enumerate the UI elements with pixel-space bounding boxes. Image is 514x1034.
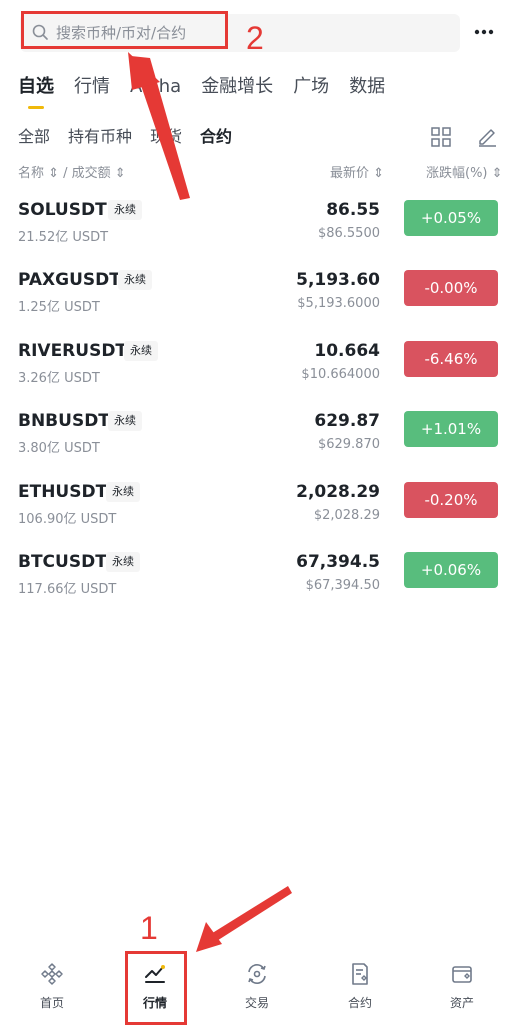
last-price: 2,028.29	[296, 482, 380, 502]
table-row[interactable]: PAXGUSDT 永续 1.25亿 USDT 5,193.60 $5,193.6…	[18, 270, 498, 330]
subtab-futures[interactable]: 合约	[200, 126, 232, 148]
more-icon[interactable]	[473, 22, 495, 42]
change-badge[interactable]: +0.05%	[404, 200, 498, 236]
table-row[interactable]: BTCUSDT 永续 117.66亿 USDT 67,394.5 $67,394…	[18, 552, 498, 612]
nav-home[interactable]: 首页	[12, 956, 92, 1011]
price-usd: $5,193.6000	[297, 296, 380, 311]
table-row[interactable]: BNBUSDT 永续 3.80亿 USDT 629.87 $629.870 +1…	[18, 411, 498, 471]
volume: 117.66亿 USDT	[18, 582, 117, 597]
price-usd: $86.5500	[317, 226, 380, 241]
bottom-nav: 首页 行情 交易 合约 资产	[0, 956, 514, 1034]
sort-change[interactable]: 涨跌幅(%) ⇕	[426, 162, 503, 181]
last-price: 10.664	[314, 341, 380, 361]
perpetual-tag: 永续	[124, 341, 158, 361]
futures-document-icon	[352, 963, 368, 985]
perpetual-tag: 永续	[108, 411, 142, 431]
price-usd: $67,394.50	[305, 578, 380, 593]
volume: 3.26亿 USDT	[18, 371, 100, 386]
edit-icon[interactable]	[476, 125, 498, 147]
symbol: RIVERUSDT	[18, 341, 128, 361]
symbol: BNBUSDT	[18, 411, 110, 431]
tab-favorites[interactable]: 自选	[18, 74, 54, 100]
annotation-arrow-1	[206, 886, 292, 944]
annotation-box-market-nav	[125, 951, 187, 1025]
subtab-spot[interactable]: 现货	[150, 126, 182, 148]
change-badge[interactable]: -0.20%	[404, 482, 498, 518]
sort-last-price[interactable]: 最新价 ⇕	[330, 162, 384, 181]
subtab-holdings[interactable]: 持有币种	[68, 126, 132, 148]
symbol: SOLUSDT	[18, 200, 107, 220]
table-row[interactable]: SOLUSDT 永续 21.52亿 USDT 86.55 $86.5500 +0…	[18, 200, 498, 260]
nav-label: 合约	[347, 996, 372, 1010]
annotation-number-1: 1	[140, 910, 158, 946]
symbol: BTCUSDT	[18, 552, 107, 572]
price-usd: $10.664000	[301, 367, 380, 382]
change-badge[interactable]: -0.00%	[404, 270, 498, 306]
sub-tabs: 全部 持有币种 现货 合约	[18, 126, 250, 148]
annotation-number-2: 2	[246, 20, 264, 56]
active-tab-indicator	[28, 106, 44, 109]
trade-icon	[248, 964, 266, 984]
nav-label: 交易	[244, 996, 269, 1010]
symbol: PAXGUSDT	[18, 270, 121, 290]
change-badge[interactable]: +0.06%	[404, 552, 498, 588]
main-tabs: 自选 行情 Alpha 金融增长 广场 数据	[18, 74, 405, 100]
perpetual-tag: 永续	[106, 552, 140, 572]
last-price: 86.55	[326, 200, 380, 220]
tab-data[interactable]: 数据	[349, 74, 385, 100]
sort-name-volume[interactable]: 名称 ⇕ / 成交额 ⇕	[18, 162, 126, 181]
table-row[interactable]: ETHUSDT 永续 106.90亿 USDT 2,028.29 $2,028.…	[18, 482, 498, 542]
last-price: 5,193.60	[296, 270, 380, 290]
nav-assets[interactable]: 资产	[422, 956, 502, 1011]
perpetual-tag: 永续	[118, 270, 152, 290]
tab-square[interactable]: 广场	[293, 74, 329, 100]
subtab-all[interactable]: 全部	[18, 126, 50, 148]
volume: 1.25亿 USDT	[18, 300, 100, 315]
change-badge[interactable]: -6.46%	[404, 341, 498, 377]
nav-label: 首页	[39, 996, 64, 1010]
annotation-box-search	[21, 11, 228, 49]
volume: 3.80亿 USDT	[18, 441, 100, 456]
volume: 106.90亿 USDT	[18, 512, 117, 527]
list-header: 名称 ⇕ / 成交额 ⇕ 最新价 ⇕ 涨跌幅(%) ⇕	[18, 162, 503, 182]
wallet-icon	[452, 966, 472, 983]
perpetual-tag: 永续	[108, 200, 142, 220]
tab-alpha[interactable]: Alpha	[130, 74, 181, 100]
table-row[interactable]: RIVERUSDT 永续 3.26亿 USDT 10.664 $10.66400…	[18, 341, 498, 401]
grid-view-icon[interactable]	[430, 126, 452, 148]
nav-trade[interactable]: 交易	[217, 956, 297, 1011]
change-badge[interactable]: +1.01%	[404, 411, 498, 447]
tab-market[interactable]: 行情	[74, 74, 110, 100]
nav-futures[interactable]: 合约	[320, 956, 400, 1011]
home-icon	[41, 963, 63, 985]
last-price: 67,394.5	[296, 552, 380, 572]
nav-label: 资产	[449, 996, 474, 1010]
last-price: 629.87	[314, 411, 380, 431]
tab-finance-growth[interactable]: 金融增长	[201, 74, 273, 100]
price-usd: $2,028.29	[313, 508, 380, 523]
symbol: ETHUSDT	[18, 482, 108, 502]
volume: 21.52亿 USDT	[18, 230, 109, 245]
perpetual-tag: 永续	[106, 482, 140, 502]
price-usd: $629.870	[317, 437, 380, 452]
